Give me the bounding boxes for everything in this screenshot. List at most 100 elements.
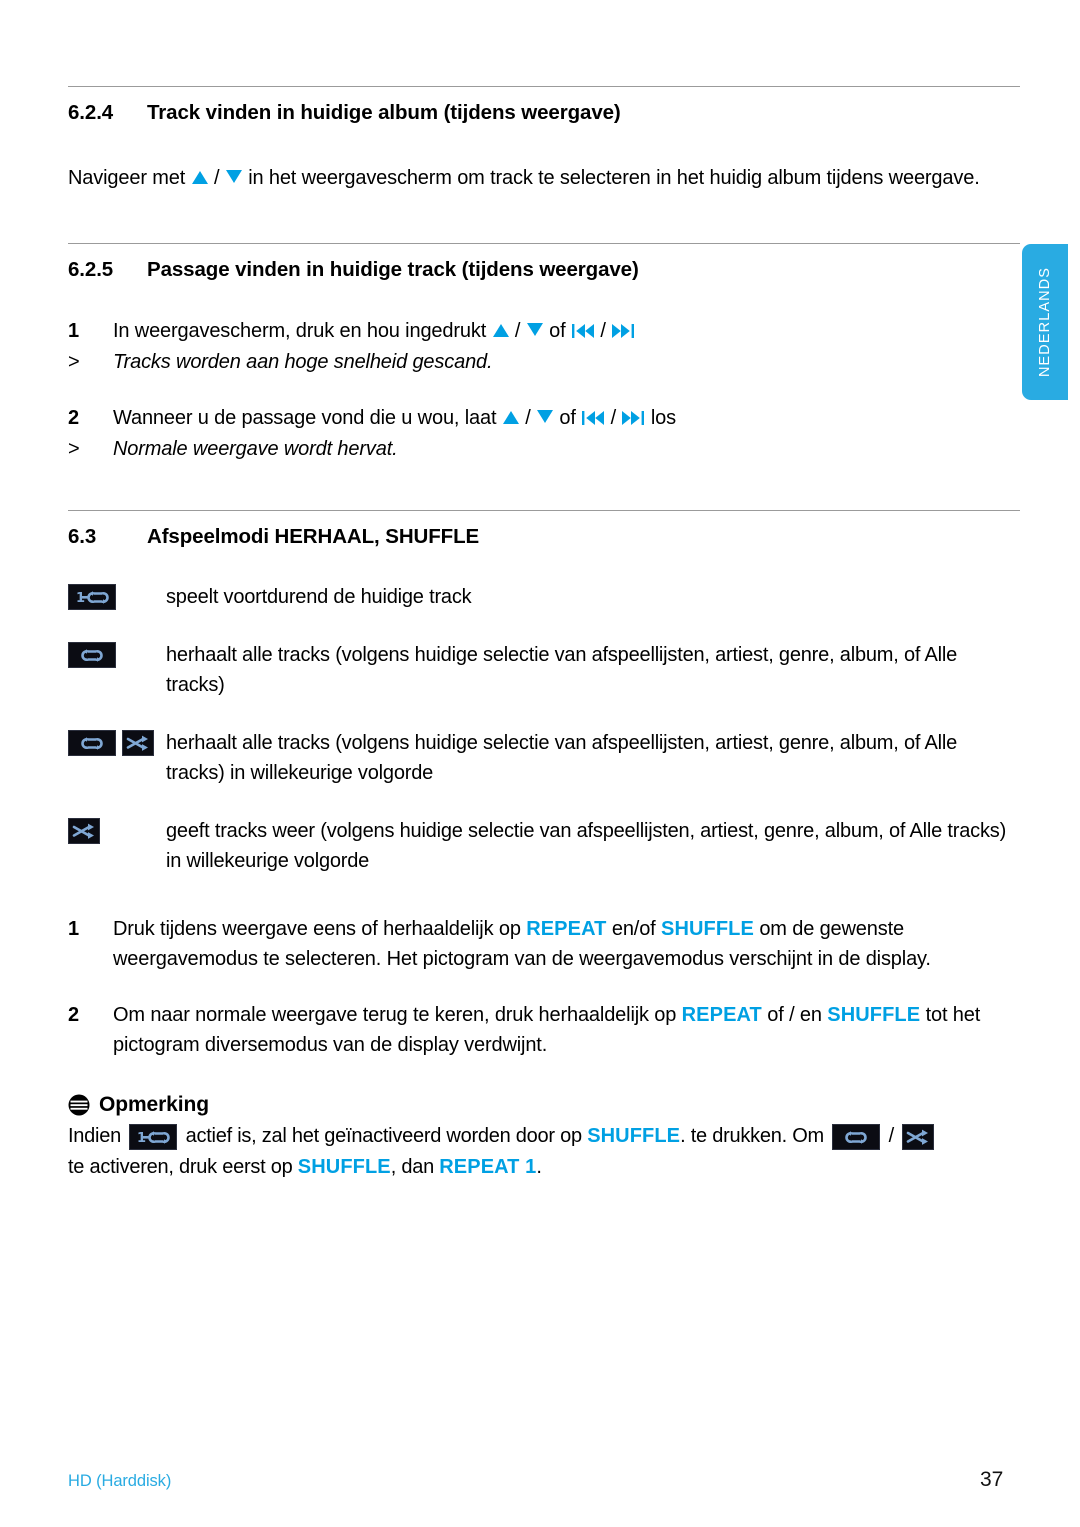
section-title: Afspeelmodi HERHAAL, SHUFFLE bbox=[147, 525, 1020, 549]
shuffle-icon bbox=[902, 1123, 935, 1150]
skip-forward-icon bbox=[612, 317, 635, 347]
arrow-down-icon bbox=[225, 170, 242, 183]
section-divider bbox=[68, 510, 1020, 511]
step-item: 2 Wanneer u de passage vond die u wou, l… bbox=[68, 403, 1020, 434]
step-marker: > bbox=[68, 351, 80, 373]
step-result: > Normale weergave wordt hervat. bbox=[68, 434, 1020, 464]
skip-forward-icon bbox=[622, 404, 645, 434]
step-text-b: en/of bbox=[606, 918, 661, 940]
step-text-b: of / en bbox=[761, 1004, 828, 1026]
repeat-all-icon bbox=[832, 1123, 881, 1150]
step-text-c: of bbox=[543, 320, 571, 342]
mode-description: herhaalt alle tracks (volgens huidige se… bbox=[166, 644, 958, 696]
step-text-b: / bbox=[519, 407, 537, 429]
note-heading-label: Opmerking bbox=[99, 1093, 209, 1116]
mode-description: speelt voortdurend de huidige track bbox=[166, 586, 472, 608]
manual-page: NEDERLANDS 6.2.4 Track vinden in huidige… bbox=[0, 0, 1080, 1527]
step-text-c: of bbox=[554, 407, 582, 429]
section-heading-624: 6.2.4 Track vinden in huidige album (tij… bbox=[68, 101, 1020, 125]
mode-row: geeft tracks weer (volgens huidige selec… bbox=[68, 816, 1020, 876]
mode-icon-group bbox=[68, 640, 166, 668]
section-heading-63: 6.3 Afspeelmodi HERHAAL, SHUFFLE bbox=[68, 525, 1020, 549]
step-marker: > bbox=[68, 438, 80, 460]
section-title: Track vinden in huidige album (tijdens w… bbox=[147, 101, 621, 124]
step-text-a: In weergavescherm, druk en hou ingedrukt bbox=[113, 320, 492, 342]
arrow-down-icon bbox=[526, 323, 543, 336]
repeat-all-icon bbox=[68, 642, 116, 668]
step-text: In weergavescherm, druk en hou ingedrukt… bbox=[113, 316, 1020, 347]
paragraph-text-b: in het weergavescherm om track te select… bbox=[242, 167, 980, 189]
mode-description: geeft tracks weer (volgens huidige selec… bbox=[166, 820, 1007, 872]
section-title-plain: Afspeelmodi bbox=[147, 525, 275, 548]
key-shuffle: SHUFFLE bbox=[297, 1156, 391, 1178]
step-text-a: Wanneer u de passage vond die u wou, laa… bbox=[113, 407, 502, 429]
mode-row: 1 speelt voortdurend de huidige track bbox=[68, 582, 1020, 612]
key-shuffle: SHUFFLE bbox=[827, 1004, 921, 1026]
key-shuffle: SHUFFLE bbox=[661, 918, 754, 940]
step-text: Druk tijdens weergave eens of herhaaldel… bbox=[113, 914, 1020, 974]
step-marker: 2 bbox=[68, 407, 79, 429]
mode-row: herhaalt alle tracks (volgens huidige se… bbox=[68, 640, 1020, 700]
step-text: Om naar normale weergave terug te keren,… bbox=[113, 1000, 1020, 1060]
step-text-b: / bbox=[509, 320, 526, 342]
mode-icon-group: 1 bbox=[68, 582, 166, 610]
section-divider bbox=[68, 243, 1020, 244]
mode-icon-group bbox=[68, 728, 166, 756]
step-text-d: / bbox=[594, 320, 612, 342]
note-text-e: , dan bbox=[390, 1156, 440, 1178]
paragraph-624: Navigeer met / in het weergavescherm om … bbox=[68, 163, 1020, 193]
mode-row: herhaalt alle tracks (volgens huidige se… bbox=[68, 728, 1020, 788]
key-repeat: REPEAT bbox=[526, 918, 607, 940]
arrow-up-icon bbox=[492, 324, 509, 337]
step-text-a: Om naar normale weergave terug te keren,… bbox=[113, 1004, 682, 1026]
repeat-one-icon: 1 bbox=[129, 1123, 178, 1150]
step-result: > Tracks worden aan hoge snelheid gescan… bbox=[68, 347, 1020, 377]
arrow-up-icon bbox=[191, 171, 208, 184]
note-text-c: . te drukken. Om bbox=[680, 1125, 830, 1147]
step-item: 1 In weergavescherm, druk en hou ingedru… bbox=[68, 316, 1020, 347]
note-text-d: te activeren, druk eerst op bbox=[68, 1156, 298, 1178]
note-heading: Opmerking bbox=[68, 1093, 1020, 1117]
section-number: 6.2.4 bbox=[68, 101, 114, 124]
page-content: 6.2.4 Track vinden in huidige album (tij… bbox=[68, 0, 1020, 1183]
page-number: 37 bbox=[980, 1468, 1004, 1491]
key-repeat-1: REPEAT 1 bbox=[439, 1156, 537, 1178]
step-text: Wanneer u de passage vond die u wou, laa… bbox=[113, 403, 1020, 434]
language-tab-label: NEDERLANDS bbox=[1037, 266, 1053, 378]
section-number: 6.2.5 bbox=[68, 258, 114, 281]
step-text-d: / bbox=[605, 407, 622, 429]
mode-description: herhaalt alle tracks (volgens huidige se… bbox=[166, 732, 958, 784]
shuffle-icon bbox=[122, 730, 154, 756]
note-text-a: Indien bbox=[68, 1125, 127, 1147]
section-number: 6.3 bbox=[68, 525, 97, 548]
footer-source-label: HD (Harddisk) bbox=[68, 1472, 172, 1490]
step-marker: 1 bbox=[68, 918, 79, 940]
skip-backward-icon bbox=[582, 404, 605, 434]
note-text-f: . bbox=[536, 1156, 542, 1178]
section-divider bbox=[68, 86, 1020, 87]
repeat-one-icon: 1 bbox=[68, 584, 116, 610]
mode-icon-group bbox=[68, 816, 166, 844]
page-footer: HD (Harddisk) 37 bbox=[68, 1468, 1020, 1492]
shuffle-icon bbox=[68, 818, 100, 844]
step-text-e: los bbox=[645, 407, 676, 429]
arrow-down-icon bbox=[537, 410, 554, 423]
note-text-b: actief is, zal het geïnactiveerd worden … bbox=[180, 1125, 588, 1147]
skip-backward-icon bbox=[571, 317, 594, 347]
note-text-sep: / bbox=[883, 1125, 900, 1147]
step-item: 2 Om naar normale weergave terug te kere… bbox=[68, 1000, 1020, 1060]
arrow-up-icon bbox=[502, 411, 519, 424]
repeat-all-icon bbox=[68, 730, 116, 756]
step-item: 1 Druk tijdens weergave eens of herhaald… bbox=[68, 914, 1020, 974]
section-heading-625: 6.2.5 Passage vinden in huidige track (t… bbox=[68, 258, 1020, 282]
playback-mode-list: 1 speelt voortdurend de huidige track he… bbox=[68, 582, 1020, 876]
language-tab: NEDERLANDS bbox=[1022, 244, 1068, 400]
paragraph-text-a: Navigeer met bbox=[68, 167, 191, 189]
step-marker: 2 bbox=[68, 1004, 79, 1026]
note-body: Indien 1 actief is, zal het geïnactiveer… bbox=[68, 1121, 1020, 1183]
paragraph-text-mid: / bbox=[208, 167, 225, 189]
key-shuffle: SHUFFLE bbox=[587, 1125, 681, 1147]
key-repeat: REPEAT bbox=[681, 1004, 762, 1026]
section-title-bold: HERHAAL, SHUFFLE bbox=[274, 525, 480, 548]
section-title: Passage vinden in huidige track (tijdens… bbox=[147, 258, 639, 281]
